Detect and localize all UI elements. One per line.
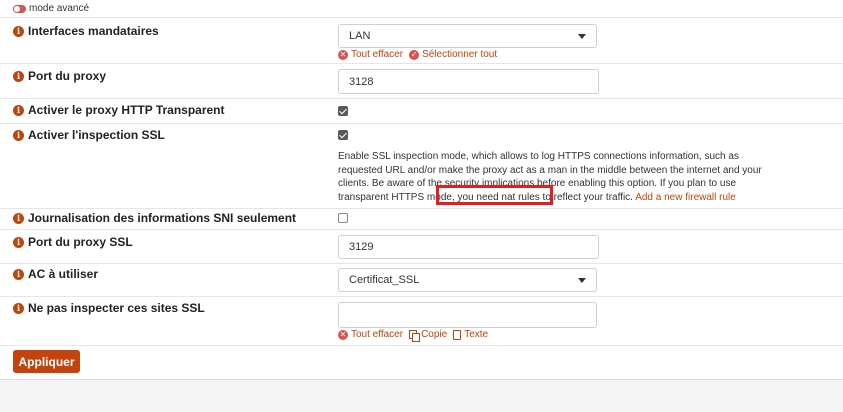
ssl-port-label: Port du proxy SSL: [28, 235, 133, 249]
info-icon[interactable]: i: [13, 302, 24, 314]
sni-logging-label-row: i Journalisation des informations SNI se…: [13, 211, 296, 225]
apply-button[interactable]: Appliquer: [13, 350, 80, 373]
ssl-port-label-row: i Port du proxy SSL: [13, 235, 133, 249]
no-inspect-copy-label: Copie: [421, 329, 448, 340]
no-inspect-label: Ne pas inspecter ces sites SSL: [28, 301, 205, 315]
transparent-checkbox[interactable]: [338, 106, 348, 116]
info-icon[interactable]: i: [13, 129, 24, 141]
proxy-port-label: Port du proxy: [28, 69, 107, 83]
add-firewall-rule-link[interactable]: Add a new firewall rule: [635, 192, 736, 203]
ca-label: AC à utiliser: [28, 267, 99, 281]
proxy-port-input[interactable]: 3128: [338, 69, 599, 94]
no-inspect-copy-link[interactable]: Copie: [409, 329, 448, 342]
divider: [0, 17, 843, 18]
no-inspect-clear-all-link[interactable]: ✕ Tout effacer: [338, 329, 403, 340]
advanced-mode-label: mode avancé: [29, 3, 90, 14]
sni-logging-label: Journalisation des informations SNI seul…: [28, 211, 297, 225]
ssl-port-value: 3129: [349, 241, 374, 253]
ca-label-row: i AC à utiliser: [13, 267, 98, 281]
interfaces-label-row: i Interfaces mandataires: [13, 24, 159, 38]
no-inspect-input[interactable]: [338, 302, 597, 328]
info-icon[interactable]: i: [13, 70, 24, 82]
ssl-port-input[interactable]: 3129: [338, 235, 599, 259]
info-icon[interactable]: i: [13, 104, 24, 116]
ssl-inspection-help: Enable SSL inspection mode, which allows…: [338, 150, 768, 204]
interfaces-actions: ✕ Tout effacer ✓ Sélectionner tout: [338, 49, 503, 60]
transparent-label: Activer le proxy HTTP Transparent: [28, 103, 225, 117]
interfaces-clear-all-label: Tout effacer: [351, 49, 404, 60]
ssl-inspection-checkbox[interactable]: [338, 130, 348, 140]
divider: [0, 98, 843, 99]
divider: [0, 263, 843, 264]
settings-panel: mode avancé i Interfaces mandataires LAN…: [0, 0, 843, 380]
clear-icon: ✕: [338, 49, 348, 60]
ssl-inspection-label-row: i Activer l'inspection SSL: [13, 128, 165, 142]
chevron-down-icon: [578, 278, 586, 283]
copy-icon: [409, 330, 421, 342]
info-icon[interactable]: i: [13, 25, 24, 37]
divider: [0, 63, 843, 64]
advanced-mode-toggle[interactable]: mode avancé: [13, 3, 89, 14]
no-inspect-clear-all-label: Tout effacer: [351, 329, 404, 340]
check-circle-icon: ✓: [409, 49, 420, 60]
divider: [0, 208, 843, 209]
transparent-label-row: i Activer le proxy HTTP Transparent: [13, 103, 225, 117]
no-inspect-actions: ✕ Tout effacer Copie Texte: [338, 329, 494, 342]
divider: [0, 345, 843, 346]
interfaces-clear-all-link[interactable]: ✕ Tout effacer: [338, 49, 403, 60]
chevron-down-icon: [578, 34, 586, 39]
file-text-icon: [453, 329, 462, 340]
ssl-inspection-label: Activer l'inspection SSL: [28, 128, 165, 142]
clear-icon: ✕: [338, 329, 348, 340]
divider: [0, 296, 843, 297]
no-inspect-text-label: Texte: [464, 329, 489, 340]
no-inspect-text-link[interactable]: Texte: [453, 329, 488, 340]
info-icon[interactable]: i: [13, 268, 24, 280]
interfaces-select-all-link[interactable]: ✓ Sélectionner tout: [409, 49, 497, 60]
interfaces-select[interactable]: LAN: [338, 24, 597, 48]
divider: [0, 123, 843, 124]
interfaces-label: Interfaces mandataires: [28, 24, 159, 38]
interfaces-select-value: LAN: [349, 30, 371, 42]
highlight-box: [436, 185, 553, 205]
proxy-port-value: 3128: [349, 75, 374, 88]
interfaces-select-all-label: Sélectionner tout: [422, 49, 498, 60]
ca-select[interactable]: Certificat_SSL: [338, 268, 597, 292]
info-icon[interactable]: i: [13, 212, 24, 224]
proxy-port-label-row: i Port du proxy: [13, 69, 106, 83]
no-inspect-label-row: i Ne pas inspecter ces sites SSL: [13, 301, 205, 315]
toggle-switch-icon[interactable]: [13, 4, 26, 13]
divider: [0, 229, 843, 230]
ca-select-value: Certificat_SSL: [349, 274, 420, 286]
info-icon[interactable]: i: [13, 236, 24, 248]
sni-logging-checkbox[interactable]: [338, 213, 348, 223]
